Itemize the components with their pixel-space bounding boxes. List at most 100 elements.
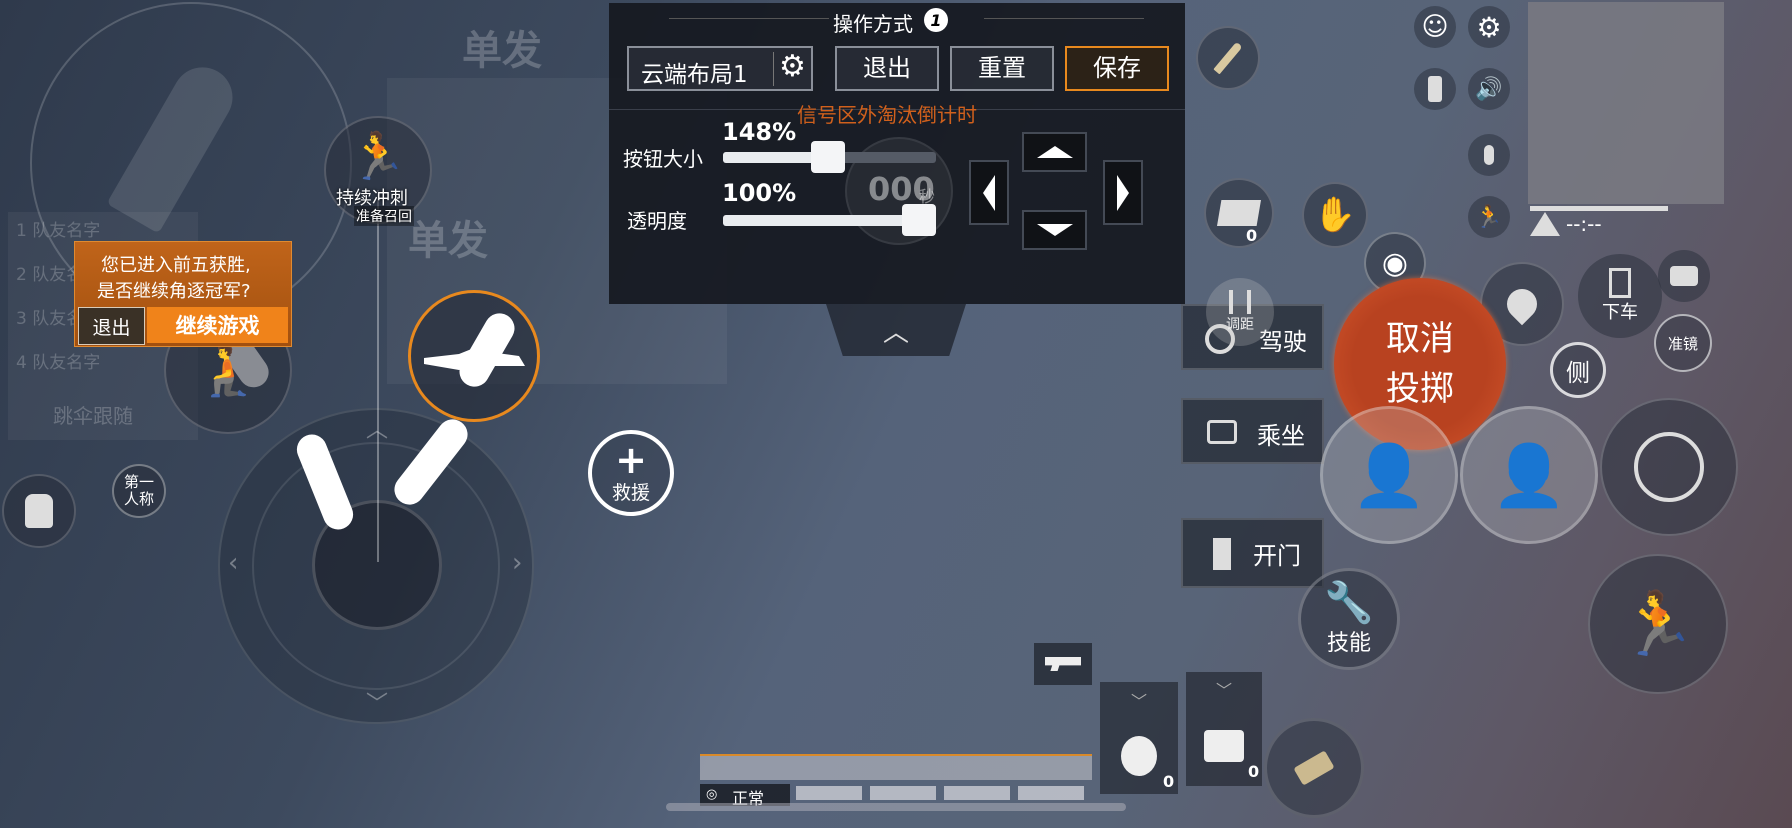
speaker-icon: 🔊 xyxy=(1475,76,1503,102)
chevron-down-icon: ﹀ xyxy=(1130,692,1147,711)
minimap[interactable] xyxy=(1528,2,1724,204)
lean-left-button[interactable]: 👤 xyxy=(1320,406,1458,544)
plus-icon: + xyxy=(615,437,647,482)
arrow-down-icon xyxy=(1036,224,1073,236)
grenade-icon xyxy=(1121,736,1157,776)
opacity-slider[interactable] xyxy=(723,204,936,236)
adjust-label: 调距 xyxy=(1226,317,1254,333)
panel-title-badge: 1 xyxy=(924,8,948,32)
top5-continue-button[interactable]: 继续游戏 xyxy=(147,307,288,343)
first-person-label-1: 第一 xyxy=(123,473,154,491)
sprint-icon: 🏃 xyxy=(349,128,407,183)
cancel-throw-label-1: 取消 xyxy=(1386,319,1454,359)
skill-label: 技能 xyxy=(1326,631,1371,656)
eye-icon: ◉ xyxy=(1381,245,1409,281)
panel-title-line-right xyxy=(984,18,1144,19)
move-down-button[interactable] xyxy=(1022,210,1087,250)
joystick-right-chevron: › xyxy=(512,548,523,578)
spray-button[interactable] xyxy=(1414,68,1456,110)
backpack-icon xyxy=(25,494,53,528)
first-person-label-2: 人称 xyxy=(123,490,154,508)
button-size-value: 148% xyxy=(722,118,797,146)
mic-icon xyxy=(1484,145,1494,165)
arrow-right-icon xyxy=(1117,174,1129,211)
medkit-icon xyxy=(1204,730,1244,762)
emote-button[interactable]: ☺ xyxy=(1414,6,1456,48)
opacity-slider-thumb[interactable] xyxy=(902,204,936,236)
door-exit-icon xyxy=(1609,268,1631,298)
ammo-icon xyxy=(1293,750,1335,786)
lean-right-button[interactable]: 👤 xyxy=(1460,406,1598,544)
layout-select-value: 云端布局1 xyxy=(641,62,748,88)
scope-button[interactable]: 准镜 xyxy=(1654,314,1712,372)
crosshair-icon xyxy=(1634,432,1704,502)
panel-collapse-tab[interactable]: ︿ xyxy=(826,304,966,356)
chevron-up-icon: ︿ xyxy=(882,317,909,348)
top5-exit-button[interactable]: 退出 xyxy=(78,307,145,345)
run-toggle-button[interactable]: 🏃 xyxy=(1468,196,1510,238)
pistol-icon xyxy=(1045,657,1081,671)
jump-button[interactable]: 🏃 xyxy=(1588,554,1728,694)
panel-title: 操作方式 xyxy=(833,12,913,36)
mic-button[interactable] xyxy=(1468,134,1510,176)
speaker-button[interactable]: 🔊 xyxy=(1468,68,1510,110)
layout-select[interactable]: 云端布局1 ⚙ xyxy=(627,46,813,91)
button-size-slider[interactable] xyxy=(723,141,936,173)
medkit-count: 0 xyxy=(1248,762,1260,781)
signal-icon: ◎ xyxy=(706,787,718,802)
layout-settings-panel: 操作方式 1 云端布局1 ⚙ 退出 重置 保存 信号区外淘汰倒计时 000 秒 … xyxy=(609,3,1185,304)
spray-icon xyxy=(1428,76,1442,102)
backpack-button[interactable] xyxy=(2,474,76,548)
rescue-label: 救援 xyxy=(611,481,650,504)
rescue-button[interactable]: + 救援 xyxy=(588,430,674,516)
emote-icon: ☺ xyxy=(1421,12,1449,42)
top5-message-1: 您已进入前五获胜, xyxy=(101,255,251,276)
ghost-single-fire-2: 单发 xyxy=(408,218,488,264)
pickup-button[interactable]: ✋ xyxy=(1302,182,1368,248)
panel-reset-button[interactable]: 重置 xyxy=(950,46,1054,91)
settings-icon: ⚙ xyxy=(1476,10,1502,44)
map-pin-icon xyxy=(1500,282,1544,326)
chevron-down-icon-2: ﹀ xyxy=(1215,681,1232,700)
exit-vehicle-button[interactable]: 下车 xyxy=(1578,254,1662,338)
move-right-button[interactable] xyxy=(1103,160,1143,225)
lean-left-icon: 👤 xyxy=(1351,440,1427,511)
signal-time: --:-- xyxy=(1566,212,1602,236)
bullet-button[interactable] xyxy=(1196,26,1260,90)
gear-icon: ⚙ xyxy=(779,49,806,84)
warning-icon xyxy=(1530,212,1560,236)
side-peek-button[interactable]: 侧 xyxy=(1550,342,1606,398)
top5-message-2: 是否继续角逐冠军? xyxy=(97,281,251,302)
door-icon xyxy=(1213,538,1231,570)
top5-dialog: 您已进入前五获胜, 是否继续角逐冠军? 退出 继续游戏 xyxy=(74,241,292,347)
first-person-button[interactable]: 第一 人称 xyxy=(112,464,166,518)
panel-exit-button[interactable]: 退出 xyxy=(835,46,939,91)
reload-button[interactable] xyxy=(1264,718,1364,818)
hand-icon: ✋ xyxy=(1313,195,1357,235)
opacity-label: 透明度 xyxy=(627,209,687,233)
adjust-distance-button[interactable]: 调距 xyxy=(1206,278,1274,346)
grenade-count: 0 xyxy=(1163,772,1175,791)
skill-button[interactable]: 🔧 技能 xyxy=(1298,568,1400,670)
joystick-down-chevron: ﹀ xyxy=(366,692,389,717)
aim-button[interactable] xyxy=(1600,398,1738,536)
ride-label: 乘坐 xyxy=(1257,422,1305,450)
ghost-teammate-4: 4 队友名字 xyxy=(16,353,101,373)
panel-save-button[interactable]: 保存 xyxy=(1065,46,1169,91)
signal-progress-bar xyxy=(1530,206,1668,211)
settings-button[interactable]: ⚙ xyxy=(1468,6,1510,48)
ride-button[interactable]: 乘坐 xyxy=(1181,398,1324,464)
grenade-expand[interactable]: ﹀ xyxy=(1100,682,1178,718)
open-door-button[interactable]: 开门 xyxy=(1181,518,1324,588)
supply-button[interactable] xyxy=(1204,178,1274,248)
move-up-button[interactable] xyxy=(1022,132,1087,172)
move-left-button[interactable] xyxy=(969,160,1009,225)
medkit-expand[interactable]: ﹀ xyxy=(1186,672,1262,706)
pistol-slot[interactable] xyxy=(1034,643,1092,685)
countdown-text: 信号区外淘汰倒计时 xyxy=(797,103,977,127)
run-icon: 🏃 xyxy=(1475,204,1503,230)
button-size-slider-thumb[interactable] xyxy=(810,141,845,173)
side-label: 侧 xyxy=(1566,358,1590,387)
chat-button[interactable] xyxy=(1658,250,1710,302)
opacity-value: 100% xyxy=(722,179,797,207)
